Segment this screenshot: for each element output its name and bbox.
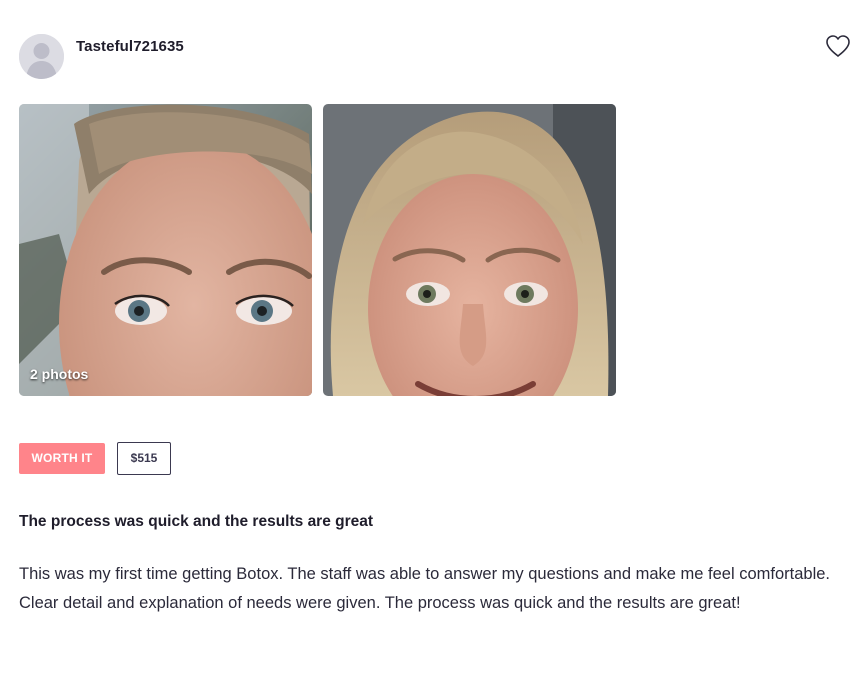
review-photos: 2 photos: [19, 104, 619, 396]
photo-after[interactable]: [323, 104, 616, 396]
review-body: This was my first time getting Botox. Th…: [19, 565, 830, 612]
price-badge: $515: [117, 442, 171, 475]
username[interactable]: Tasteful721635: [76, 38, 184, 55]
photo-after-face: [323, 104, 616, 396]
photo-before[interactable]: 2 photos: [19, 104, 312, 396]
heart-icon[interactable]: [825, 34, 851, 58]
worth-it-badge: WORTH IT: [19, 443, 105, 474]
review-header: Tasteful721635: [19, 34, 851, 80]
review-title: The process was quick and the results ar…: [19, 513, 374, 530]
user-silhouette-icon: [19, 34, 64, 79]
photo-before-face: [19, 104, 312, 396]
review-card: Tasteful721635 2 photos WORTH IT $515 Th…: [0, 0, 867, 690]
photo-count-label: 2 photos: [30, 366, 89, 382]
avatar[interactable]: [19, 34, 64, 79]
